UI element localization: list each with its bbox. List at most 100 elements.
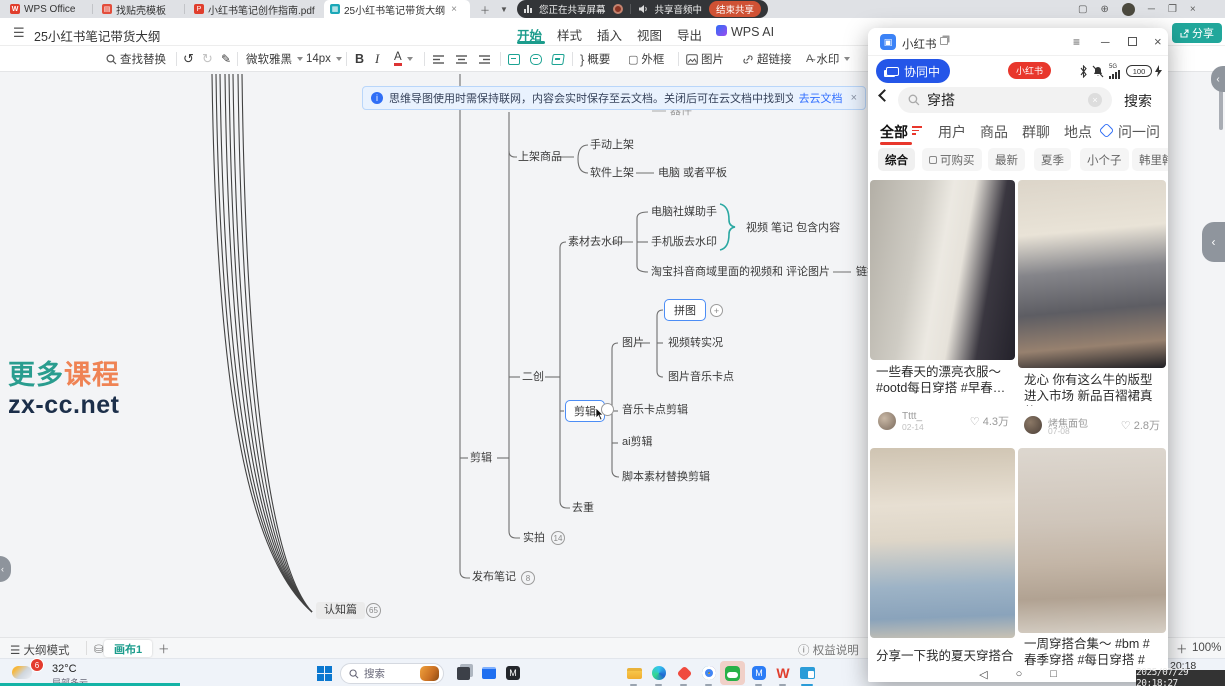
chip-latest[interactable]: 最新	[988, 148, 1025, 171]
mindmap-node-script-edit[interactable]: 脚本素材替换剪辑	[622, 471, 710, 484]
hyperlink-button[interactable]: 超链接	[742, 46, 792, 72]
bold-button[interactable]: B	[355, 46, 364, 72]
canvas-tab-1[interactable]: 画布1	[104, 640, 152, 657]
mindmap-node-second-creation[interactable]: 二创	[522, 371, 544, 384]
red-app-icon[interactable]	[673, 662, 695, 684]
clear-search-icon[interactable]: ×	[1088, 93, 1102, 107]
mindmap-node-manual[interactable]: 手动上架	[590, 139, 634, 152]
copy-icon[interactable]	[940, 37, 948, 45]
mindmap-node-edit[interactable]: 剪辑	[470, 452, 492, 465]
likes-count[interactable]: ♡ 4.3万	[970, 413, 1009, 429]
start-button[interactable]	[313, 662, 335, 684]
mindmap-node-shelf[interactable]: 上架商品	[518, 151, 562, 164]
note-title[interactable]: 一周穿搭合集～ #bm #春季穿搭 #每日穿搭 #日…	[1024, 636, 1162, 668]
mindmap-node-pc-helper[interactable]: 电脑社媒助手	[651, 206, 717, 219]
author-name[interactable]: Tttt_	[902, 411, 922, 422]
note-image[interactable]	[870, 448, 1015, 638]
file-explorer-icon[interactable]	[623, 662, 645, 684]
mindmap-node-brace-note[interactable]: 视频 笔记 包含内容	[746, 222, 840, 235]
taskbar-search-box[interactable]: 搜索	[340, 663, 444, 684]
tab-wps-office[interactable]: W WPS Office	[4, 0, 90, 18]
close-banner-icon[interactable]: ×	[851, 92, 857, 104]
mindmap-node-cognition[interactable]: 认知篇	[316, 602, 365, 619]
note-image[interactable]	[1018, 180, 1166, 368]
edge-browser-icon[interactable]	[648, 662, 670, 684]
mindmap-node-image[interactable]: 图片	[622, 337, 644, 350]
store-icon[interactable]	[478, 662, 500, 684]
task-view-icon[interactable]	[452, 662, 474, 684]
note-image[interactable]	[1018, 448, 1166, 633]
insert-topic-icon[interactable]	[508, 46, 520, 72]
chip-petite[interactable]: 小个子	[1080, 148, 1129, 171]
mindmap-node-dedup[interactable]: 去重	[572, 502, 594, 515]
mindmap-node-real-shot[interactable]: 实拍	[523, 532, 545, 545]
mindmap-node-taobao[interactable]: 淘宝抖音商域里面的视频和 评论图片	[651, 266, 830, 279]
align-center-icon[interactable]	[455, 46, 468, 72]
menu-wps-ai[interactable]: WPS AI	[731, 25, 774, 39]
tab-groups[interactable]: 群聊	[1022, 122, 1050, 142]
filter-icon[interactable]	[912, 126, 922, 135]
mindmap-node-watermark-removal[interactable]: 素材去水印	[568, 236, 623, 249]
format-painter-icon[interactable]: ✎	[221, 46, 231, 72]
mindmap-node-ai-edit[interactable]: ai剪辑	[622, 436, 653, 449]
screen-cast-icon[interactable]	[796, 662, 818, 684]
menu-icon[interactable]: ≡	[1073, 35, 1080, 49]
menu-export[interactable]: 导出	[677, 25, 702, 44]
close-icon[interactable]: ×	[1190, 4, 1196, 15]
wps-office-icon[interactable]: W	[772, 662, 794, 684]
italic-button[interactable]: I	[375, 46, 379, 72]
tab-list-caret[interactable]: ▼	[494, 0, 508, 18]
zoom-level[interactable]: 100%	[1192, 642, 1221, 654]
watermark-button[interactable]: A̴水印	[806, 46, 850, 72]
outline-mode-button[interactable]: ☰ 大纲模式	[10, 642, 70, 658]
hamburger-icon[interactable]: ☰	[13, 25, 25, 41]
tab-all[interactable]: 全部	[880, 122, 908, 142]
mindmap-node-software[interactable]: 软件上架	[590, 167, 634, 180]
mindmap-node-publish[interactable]: 发布笔记	[472, 571, 516, 584]
tab-ask[interactable]: 问一问	[1118, 122, 1160, 142]
chip-comprehensive[interactable]: 综合	[878, 148, 915, 171]
add-canvas-button[interactable]: ＋	[158, 641, 170, 657]
minimize-icon[interactable]: ─	[1101, 35, 1110, 49]
mindmap-node-image-music[interactable]: 图片音乐卡点	[668, 371, 734, 384]
avatar[interactable]	[1122, 3, 1135, 16]
rights-info-button[interactable]: ⓘ 权益说明	[798, 642, 859, 658]
zoom-in-button[interactable]: ＋	[1176, 641, 1188, 657]
font-family-select[interactable]: 微软雅黑	[246, 46, 303, 72]
back-icon[interactable]	[878, 89, 891, 102]
tab-products[interactable]: 商品	[980, 122, 1008, 142]
add-child-button[interactable]: +	[710, 304, 723, 317]
collaboration-pill[interactable]: 协同中	[876, 59, 950, 83]
stop-sharing-button[interactable]: 结束共享	[709, 1, 761, 17]
font-color-button[interactable]: A	[394, 46, 413, 72]
font-size-select[interactable]: 14px	[306, 46, 342, 72]
insert-subtopic-icon[interactable]	[530, 46, 542, 72]
globe-icon[interactable]: ⊕	[1100, 4, 1108, 15]
tab-template[interactable]: ▤ 找贴壳模板	[96, 0, 180, 18]
chip-purchasable[interactable]: 可购买	[922, 148, 982, 171]
nav-home-icon[interactable]: ○	[1016, 668, 1023, 680]
sidebar-expander-handle[interactable]: ‹	[1202, 222, 1225, 262]
menu-view[interactable]: 视图	[637, 25, 662, 44]
align-right-icon[interactable]	[478, 46, 491, 72]
likes-count[interactable]: ♡ 2.8万	[1121, 417, 1160, 433]
new-tab-button[interactable]: ＋	[474, 0, 490, 18]
redo-button[interactable]: ↻	[202, 46, 213, 72]
align-left-icon[interactable]	[432, 46, 445, 72]
summary-button[interactable]: }概要	[580, 46, 610, 72]
tab-users[interactable]: 用户	[938, 122, 966, 142]
blue-m-app-icon[interactable]: M	[748, 662, 770, 684]
go-cloud-docs-link[interactable]: 去云文档	[799, 90, 843, 106]
avatar[interactable]	[878, 412, 896, 430]
find-replace-button[interactable]: 查找替换	[106, 46, 166, 72]
mindmap-node-live-photo[interactable]: 视频转实况	[668, 337, 723, 350]
close-icon[interactable]: ×	[1154, 34, 1162, 49]
maximize-icon[interactable]	[1128, 37, 1137, 46]
note-title[interactable]: 分享一下我的夏天穿搭合	[876, 648, 1014, 665]
nav-recents-icon[interactable]: □	[1050, 668, 1057, 680]
note-title[interactable]: 龙心 你有这么牛的版型进入市场 新品百褶裙真的…	[1024, 372, 1162, 406]
menu-insert[interactable]: 插入	[597, 25, 622, 44]
outer-frame-button[interactable]: ▢外框	[628, 46, 664, 72]
menu-style[interactable]: 样式	[557, 25, 582, 44]
chip-korean-style[interactable]: 韩里韩气	[1132, 148, 1168, 171]
